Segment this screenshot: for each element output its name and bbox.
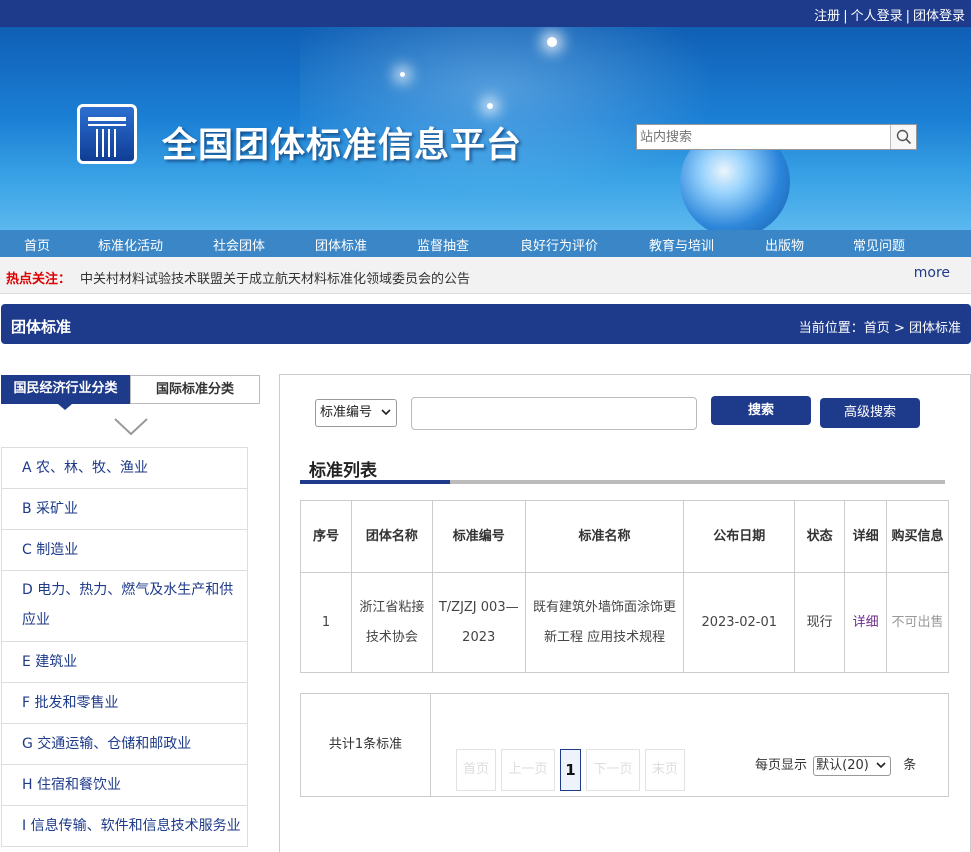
nav-item-supervision[interactable]: 监督抽查 bbox=[417, 235, 469, 254]
hot-topics-label: 热点关注： bbox=[6, 272, 72, 287]
main-nav: 首页 标准化活动 社会团体 团体标准 监督抽查 良好行为评价 教育与培训 出版物… bbox=[0, 230, 971, 257]
site-search-button[interactable] bbox=[890, 125, 916, 149]
column-header: 序号 bbox=[300, 500, 352, 573]
light-decoration bbox=[547, 37, 557, 47]
cell-status: 现行 bbox=[794, 572, 846, 673]
current-page-button[interactable]: 1 bbox=[560, 749, 581, 791]
advanced-search-button[interactable]: 高级搜索 bbox=[820, 398, 920, 428]
pagination: 共计1条标准 首页 上一页 1 下一页 末页 每页显示 默认(20) 条 bbox=[300, 693, 949, 797]
last-page-button[interactable]: 末页 bbox=[645, 749, 685, 791]
site-search bbox=[636, 124, 917, 150]
per-page-control: 每页显示 默认(20) 条 bbox=[755, 754, 916, 776]
column-header: 团体名称 bbox=[350, 500, 433, 573]
category-item-g[interactable]: G 交通运输、仓储和邮政业 bbox=[1, 724, 248, 765]
search-field-select[interactable]: 标准编号 bbox=[315, 399, 397, 427]
category-item-d[interactable]: D 电力、热力、燃气及水生产和供应业 bbox=[1, 571, 248, 642]
hot-topic-link[interactable]: 中关村材料试验技术联盟关于成立航天材料标准化领域委员会的公告 bbox=[80, 268, 470, 287]
section-header: 团体标准 当前位置：首页 > 团体标准 bbox=[1, 304, 971, 344]
search-button[interactable]: 搜索 bbox=[711, 396, 811, 425]
cell-name: 既有建筑外墙饰面涂饰更新工程 应用技术规程 bbox=[524, 572, 685, 673]
standards-table: 序号 团体名称 标准编号 标准名称 公布日期 状态 详细 购买信息 1 浙江省粘… bbox=[300, 500, 949, 673]
nav-item-group-standards[interactable]: 团体标准 bbox=[315, 235, 367, 254]
register-link[interactable]: 注册 bbox=[814, 9, 840, 24]
category-item-a[interactable]: A 农、林、牧、渔业 bbox=[1, 448, 248, 489]
top-bar: 注册 | 个人登录 | 团体登录 bbox=[0, 0, 971, 27]
per-page-label: 每页显示 bbox=[755, 758, 808, 773]
nav-item-home[interactable]: 首页 bbox=[24, 235, 50, 254]
page-title: 团体标准 bbox=[11, 318, 72, 336]
chevron-down-icon bbox=[876, 761, 886, 768]
column-header: 购买信息 bbox=[886, 500, 949, 573]
category-item-b[interactable]: B 采矿业 bbox=[1, 489, 248, 530]
table-header-row: 序号 团体名称 标准编号 标准名称 公布日期 状态 详细 购买信息 bbox=[300, 500, 949, 573]
per-page-select[interactable]: 默认(20) bbox=[813, 755, 892, 776]
chevron-down-icon bbox=[381, 409, 391, 416]
personal-login-link[interactable]: 个人登录 bbox=[851, 9, 903, 24]
group-login-link[interactable]: 团体登录 bbox=[913, 9, 965, 24]
cell-org: 浙江省粘接技术协会 bbox=[350, 572, 433, 673]
chevron-down-icon bbox=[114, 418, 148, 436]
detail-link[interactable]: 详细 bbox=[844, 572, 888, 673]
cell-date: 2023-02-01 bbox=[683, 572, 796, 673]
nav-item-education[interactable]: 教育与培训 bbox=[649, 235, 714, 254]
breadcrumb-separator: > bbox=[893, 321, 905, 336]
next-page-button[interactable]: 下一页 bbox=[586, 749, 640, 791]
nav-item-standardization[interactable]: 标准化活动 bbox=[98, 235, 163, 254]
standard-search-input[interactable] bbox=[411, 397, 697, 430]
column-header: 公布日期 bbox=[683, 500, 796, 573]
breadcrumb: 当前位置：首页 > 团体标准 bbox=[799, 317, 961, 336]
cell-code: T/ZJZJ 003—2023 bbox=[431, 572, 526, 673]
per-page-unit: 条 bbox=[903, 758, 917, 773]
category-item-c[interactable]: C 制造业 bbox=[1, 530, 248, 571]
column-header: 标准编号 bbox=[431, 500, 526, 573]
category-item-e[interactable]: E 建筑业 bbox=[1, 642, 248, 683]
tab-international[interactable]: 国际标准分类 bbox=[130, 375, 260, 404]
tab-national-economy[interactable]: 国民经济行业分类 bbox=[1, 375, 130, 404]
site-search-input[interactable] bbox=[637, 125, 891, 149]
table-row: 1 浙江省粘接技术协会 T/ZJZJ 003—2023 既有建筑外墙饰面涂饰更新… bbox=[300, 572, 949, 673]
site-logo-icon[interactable] bbox=[77, 104, 137, 164]
column-header: 详细 bbox=[844, 500, 888, 573]
column-header: 状态 bbox=[794, 500, 846, 573]
account-links: 注册 | 个人登录 | 团体登录 bbox=[814, 9, 965, 24]
per-page-value: 默认(20) bbox=[816, 757, 869, 773]
column-header: 标准名称 bbox=[524, 500, 685, 573]
site-title: 全国团体标准信息平台 bbox=[162, 126, 523, 166]
category-item-f[interactable]: F 批发和零售业 bbox=[1, 683, 248, 724]
cell-no: 1 bbox=[300, 572, 352, 673]
list-title: 标准列表 bbox=[309, 461, 377, 481]
nav-item-faq[interactable]: 常见问题 bbox=[853, 235, 905, 254]
search-icon bbox=[896, 129, 912, 145]
nav-item-publications[interactable]: 出版物 bbox=[765, 235, 804, 254]
more-link[interactable]: more bbox=[914, 265, 950, 281]
category-item-h[interactable]: H 住宿和餐饮业 bbox=[1, 765, 248, 806]
nav-item-good-behavior[interactable]: 良好行为评价 bbox=[520, 235, 598, 254]
hot-topics-bar: 热点关注： 中关村材料试验技术联盟关于成立航天材料标准化领域委员会的公告 mor… bbox=[0, 257, 971, 294]
active-tab-pointer bbox=[58, 404, 72, 410]
breadcrumb-prefix: 当前位置： bbox=[798, 321, 864, 336]
nav-item-social-groups[interactable]: 社会团体 bbox=[213, 235, 265, 254]
breadcrumb-current: 团体标准 bbox=[908, 321, 961, 336]
category-list: A 农、林、牧、渔业 B 采矿业 C 制造业 D 电力、热力、燃气及水生产和供应… bbox=[1, 447, 248, 847]
cell-buy-info: 不可出售 bbox=[886, 572, 949, 673]
breadcrumb-home[interactable]: 首页 bbox=[864, 321, 890, 336]
site-banner: 全国团体标准信息平台 bbox=[0, 27, 971, 230]
search-field-select-value: 标准编号 bbox=[320, 405, 373, 420]
first-page-button[interactable]: 首页 bbox=[456, 749, 496, 791]
category-item-i[interactable]: I 信息传输、软件和信息技术服务业 bbox=[1, 806, 248, 847]
list-title-underline bbox=[300, 480, 945, 484]
prev-page-button[interactable]: 上一页 bbox=[501, 749, 555, 791]
total-count: 共计1条标准 bbox=[301, 694, 431, 796]
category-item-label: D 电力、热力、燃气及水生产和供应业 bbox=[22, 582, 234, 628]
light-decoration bbox=[400, 72, 405, 77]
light-decoration bbox=[487, 103, 493, 109]
